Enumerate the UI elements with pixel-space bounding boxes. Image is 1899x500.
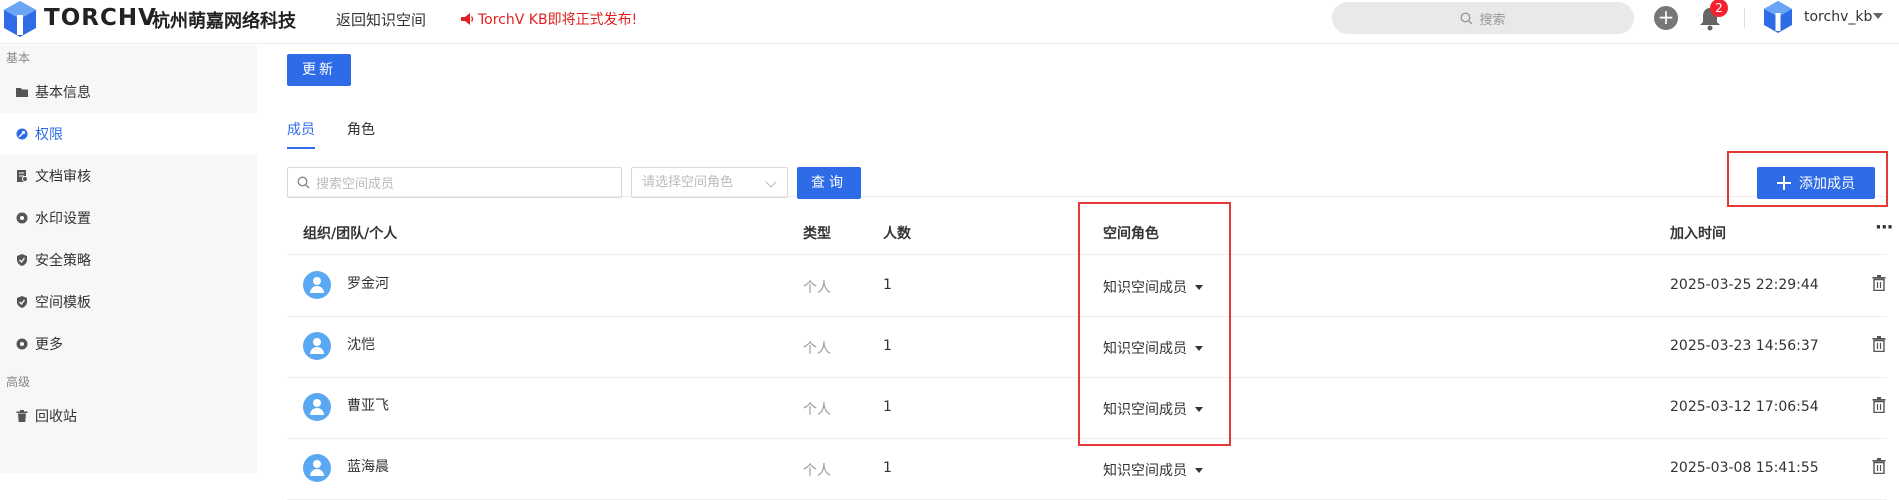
tab-members[interactable]: 成员 (287, 119, 315, 149)
member-name: 沈恺 (347, 337, 375, 353)
member-role-dropdown[interactable]: 知识空间成员 (1103, 460, 1203, 480)
column-header-org: 组织/团队/个人 (303, 226, 398, 242)
sidebar-item-permissions[interactable]: 权限 (0, 113, 257, 155)
sidebar-item-more[interactable]: 更多 (0, 323, 257, 365)
notification-badge: 2 (1710, 0, 1728, 17)
user-avatar[interactable] (1764, 1, 1792, 33)
tab-roles[interactable]: 角色 (347, 119, 375, 149)
global-search-input[interactable]: 搜索 (1332, 2, 1634, 34)
member-count: 1 (883, 460, 892, 476)
sidebar-item-label: 回收站 (35, 409, 77, 425)
add-member-button[interactable]: 添加成员 (1757, 167, 1875, 199)
member-type: 个人 (803, 341, 831, 357)
back-to-knowledge-space-link[interactable]: 返回知识空间 (336, 9, 426, 30)
member-joined-time: 2025-03-12 17:06:54 (1670, 399, 1819, 415)
query-button[interactable]: 查询 (797, 167, 861, 199)
announcement[interactable]: TorchV KB即将正式发布! (460, 9, 637, 29)
torchv-logo-icon[interactable] (4, 1, 36, 37)
search-icon (297, 176, 310, 189)
main-content: 更新 成员 角色 搜索空间成员 请选择空间角色 查询 添加成员 组织/团队/个人… (257, 45, 1899, 500)
delete-trash-icon[interactable] (1872, 275, 1886, 291)
shield-template-icon (17, 296, 27, 308)
member-count: 1 (883, 338, 892, 354)
global-search-placeholder: 搜索 (1479, 12, 1506, 28)
member-name: 蓝海晨 (347, 459, 389, 475)
update-button[interactable]: 更新 (287, 54, 351, 86)
sidebar-item-security-policy[interactable]: 安全策略 (0, 239, 257, 281)
folder-icon (16, 88, 28, 97)
sidebar-item-watermark[interactable]: 水印设置 (0, 197, 257, 239)
sidebar: 基本 基本信息 权限 文档审核 水印设置 安全策略 空间模板 更多 高级 回收站 (0, 45, 257, 473)
header-divider (1744, 8, 1745, 28)
sidebar-item-label: 权限 (35, 127, 63, 143)
sidebar-section-advanced: 高级 (6, 375, 31, 389)
key-icon (16, 128, 28, 140)
member-name: 罗金河 (347, 276, 389, 292)
chevron-down-icon (765, 176, 777, 188)
column-header-type: 类型 (803, 226, 831, 242)
role-column-highlight-box (1078, 202, 1231, 446)
delete-trash-icon[interactable] (1872, 397, 1886, 413)
member-search-placeholder: 搜索空间成员 (316, 177, 395, 192)
member-count: 1 (883, 277, 892, 293)
company-name: 杭州萌嘉网络科技 (152, 11, 296, 32)
announcement-text: TorchV KB即将正式发布! (478, 12, 638, 28)
column-settings-more-icon[interactable]: ··· (1875, 217, 1893, 238)
column-header-joined: 加入时间 (1670, 226, 1726, 242)
sidebar-item-label: 安全策略 (35, 253, 91, 269)
member-joined-time: 2025-03-23 14:56:37 (1670, 338, 1819, 354)
member-type: 个人 (803, 280, 831, 296)
member-joined-time: 2025-03-08 15:41:55 (1670, 460, 1819, 476)
member-joined-time: 2025-03-25 22:29:44 (1670, 277, 1819, 293)
member-name: 曹亚飞 (347, 398, 389, 414)
member-role: 知识空间成员 (1103, 463, 1187, 479)
caret-down-icon (1195, 467, 1203, 473)
top-bar: TORCHV 杭州萌嘉网络科技 返回知识空间 TorchV KB即将正式发布! … (0, 0, 1899, 44)
sidebar-item-basic-info[interactable]: 基本信息 (0, 71, 257, 113)
sidebar-item-label: 水印设置 (35, 211, 91, 227)
add-member-label: 添加成员 (1799, 176, 1855, 192)
sidebar-item-label: 空间模板 (35, 295, 91, 311)
create-plus-icon[interactable]: + (1654, 6, 1678, 30)
trash-icon (16, 410, 28, 422)
more-circle-icon (16, 338, 28, 350)
username[interactable]: torchv_kb (1804, 9, 1872, 25)
shield-icon (17, 254, 27, 266)
brand-name: TORCHV (44, 5, 157, 31)
sidebar-section-basic: 基本 (6, 51, 31, 65)
user-avatar-icon (303, 454, 331, 482)
sidebar-item-recycle-bin[interactable]: 回收站 (0, 395, 257, 437)
delete-trash-icon[interactable] (1872, 458, 1886, 474)
role-select-placeholder: 请选择空间角色 (642, 175, 734, 190)
sidebar-item-space-template[interactable]: 空间模板 (0, 281, 257, 323)
user-menu-chevron-down-icon[interactable] (1873, 13, 1883, 19)
plus-icon (1777, 176, 1791, 190)
member-search-input[interactable]: 搜索空间成员 (287, 167, 622, 198)
search-icon (1460, 11, 1473, 24)
table-row: 蓝海晨 个人 1 知识空间成员 2025-03-08 15:41:55 (287, 439, 1887, 500)
sidebar-item-label: 基本信息 (35, 85, 91, 101)
user-avatar-icon (303, 332, 331, 360)
column-header-count: 人数 (883, 226, 911, 242)
user-avatar-icon (303, 393, 331, 421)
member-type: 个人 (803, 463, 831, 479)
member-type: 个人 (803, 402, 831, 418)
delete-trash-icon[interactable] (1872, 336, 1886, 352)
watermark-icon (16, 212, 28, 224)
document-review-icon (17, 170, 28, 182)
sidebar-item-document-review[interactable]: 文档审核 (0, 155, 257, 197)
sidebar-item-label: 文档审核 (35, 169, 91, 185)
megaphone-icon (461, 13, 474, 25)
sidebar-item-label: 更多 (35, 337, 63, 353)
role-select[interactable]: 请选择空间角色 (631, 167, 788, 198)
user-avatar-icon (303, 271, 331, 299)
member-count: 1 (883, 399, 892, 415)
